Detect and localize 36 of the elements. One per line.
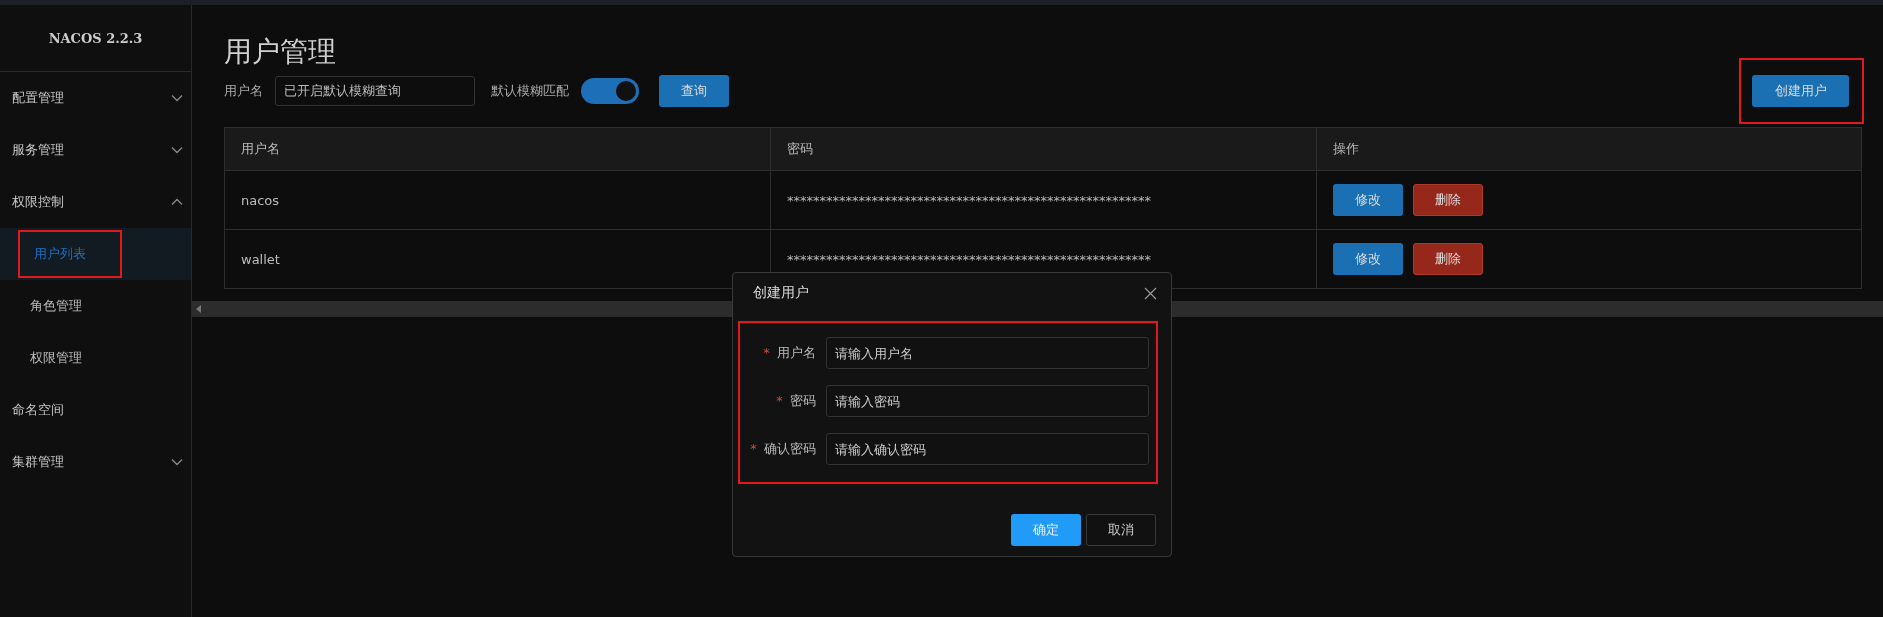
field-label: 密码 (790, 393, 816, 408)
field-label: 用户名 (777, 345, 816, 360)
input-field[interactable]: 请输入用户名 (826, 337, 1149, 369)
column-header: 密码 (771, 128, 1317, 170)
toggle-switch[interactable] (581, 78, 639, 104)
required-mark: * (776, 393, 783, 408)
cancel-button[interactable]: 取消 (1086, 514, 1156, 546)
create-user-button[interactable]: 创建用户 (1752, 75, 1849, 107)
column-header: 用户名 (225, 128, 771, 170)
menu-item[interactable]: 命名空间 (0, 384, 191, 436)
edit-button[interactable]: 修改 (1333, 243, 1403, 275)
submenu-item[interactable]: 角色管理 (30, 297, 82, 315)
delete-button[interactable]: 删除 (1413, 243, 1483, 275)
query-button[interactable]: 查询 (659, 75, 729, 107)
menu-item[interactable]: 配置管理 (0, 72, 191, 124)
column-header: 操作 (1332, 140, 1360, 158)
table-cell: nacos (225, 171, 771, 229)
required-mark: * (750, 441, 757, 456)
delete-button[interactable]: 删除 (1413, 184, 1483, 216)
menu-item[interactable]: 集群管理 (0, 436, 191, 488)
filter-label: 用户名 (224, 82, 263, 100)
input-field[interactable]: 请输入确认密码 (826, 433, 1149, 465)
scroll-left-arrow-icon[interactable] (196, 305, 202, 313)
edit-button[interactable]: 修改 (1333, 184, 1403, 216)
username-filter-field[interactable]: 已开启默认模糊查询 (275, 76, 475, 106)
submenu-item[interactable]: 权限管理 (30, 349, 82, 367)
table-cell: ******************************************************** (771, 171, 1317, 229)
page-title: 用户管理 (224, 34, 337, 70)
logo-text: NACOS 2.2.3 (0, 5, 191, 72)
fuzzy-match-label: 默认模糊匹配 (491, 82, 569, 100)
field-label: 确认密码 (764, 441, 816, 456)
menu-item[interactable]: 服务管理 (0, 124, 191, 176)
menu-item[interactable]: 权限控制 (0, 176, 191, 228)
required-mark: * (763, 345, 770, 360)
input-field[interactable]: 请输入密码 (826, 385, 1149, 417)
close-icon[interactable] (1144, 286, 1157, 300)
